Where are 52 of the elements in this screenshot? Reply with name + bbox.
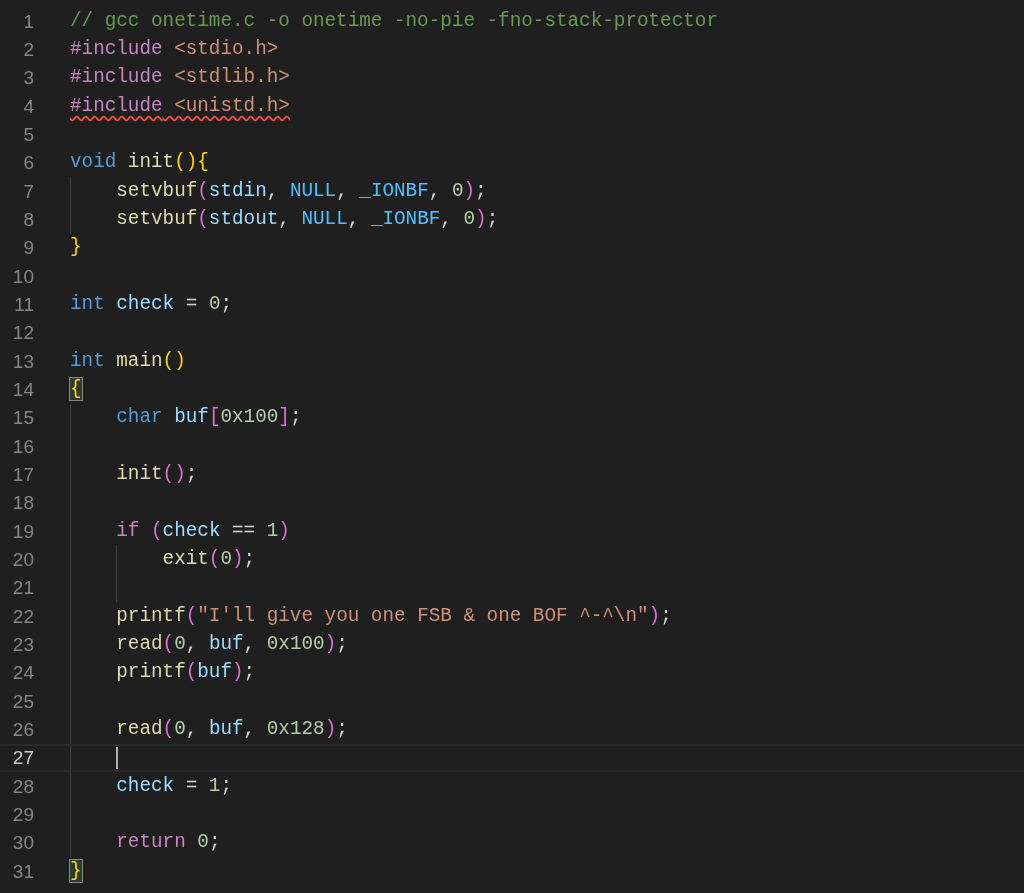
line-number: 15 bbox=[12, 408, 34, 428]
line-number: 10 bbox=[12, 266, 34, 286]
line-number: 27 bbox=[12, 748, 34, 768]
line-number: 30 bbox=[12, 833, 34, 853]
line-number: 11 bbox=[14, 294, 34, 314]
line-number: 2 bbox=[23, 40, 34, 59]
line-number: 14 bbox=[12, 379, 34, 399]
code-line: char buf[0x100]; bbox=[115, 405, 302, 431]
line-number: 24 bbox=[12, 663, 34, 683]
line-number: 8 bbox=[23, 209, 34, 229]
text-cursor bbox=[116, 746, 119, 769]
line-number: 31 bbox=[12, 861, 34, 881]
line-number: 5 bbox=[23, 124, 34, 144]
line-number: 4 bbox=[23, 96, 34, 116]
code-line: if (check == 1) bbox=[115, 518, 290, 544]
line-number: 3 bbox=[23, 68, 34, 88]
line-number: 28 bbox=[12, 776, 34, 796]
code-line: read(0, buf, 0x100); bbox=[115, 631, 348, 657]
line-number: 1 bbox=[23, 11, 34, 31]
line-number: 25 bbox=[12, 691, 34, 711]
code-line: void init(){ bbox=[70, 150, 209, 176]
code-line: int check = 0; bbox=[70, 292, 233, 317]
line-number: 9 bbox=[23, 238, 34, 258]
line-number: 6 bbox=[23, 153, 34, 173]
code-line: init(); bbox=[115, 461, 198, 487]
code-line: setvbuf(stdin, NULL, _IONBF, 0); bbox=[115, 178, 487, 204]
code-line: // gcc onetime.c -o onetime -no-pie -fno-stack-protector bbox=[70, 8, 718, 34]
code-line: } bbox=[70, 235, 82, 261]
line-number: 23 bbox=[12, 634, 34, 654]
line-number: 20 bbox=[12, 549, 34, 569]
line-number: 26 bbox=[12, 719, 34, 739]
line-number: 29 bbox=[12, 804, 34, 824]
code-line: read(0, buf, 0x128); bbox=[115, 716, 348, 742]
line-number: 18 bbox=[12, 493, 34, 513]
line-number: 19 bbox=[12, 521, 34, 541]
line-number: 17 bbox=[12, 464, 34, 484]
line-number: 7 bbox=[23, 181, 34, 201]
code-line: exit(0); bbox=[161, 546, 256, 572]
code-line: #include <stdlib.h> bbox=[70, 65, 290, 91]
line-number: 16 bbox=[12, 436, 34, 456]
code-line: int main() bbox=[70, 348, 186, 374]
code-line: #include <unistd.h> bbox=[70, 93, 290, 119]
code-line: return 0; bbox=[115, 830, 221, 856]
line-number: 13 bbox=[12, 351, 34, 371]
line-number: 22 bbox=[12, 606, 34, 626]
line-number: 21 bbox=[12, 578, 34, 598]
code-line: setvbuf(stdout, NULL, _IONBF, 0); bbox=[115, 207, 499, 232]
code-line: printf(buf); bbox=[115, 660, 256, 686]
code-line: printf("I'll give you one FSB & one BOF ^-^\n"); bbox=[115, 603, 672, 629]
line-number: 12 bbox=[12, 323, 34, 343]
code-line: #include <stdio.h> bbox=[70, 37, 279, 63]
code-line: check = 1; bbox=[115, 773, 232, 799]
